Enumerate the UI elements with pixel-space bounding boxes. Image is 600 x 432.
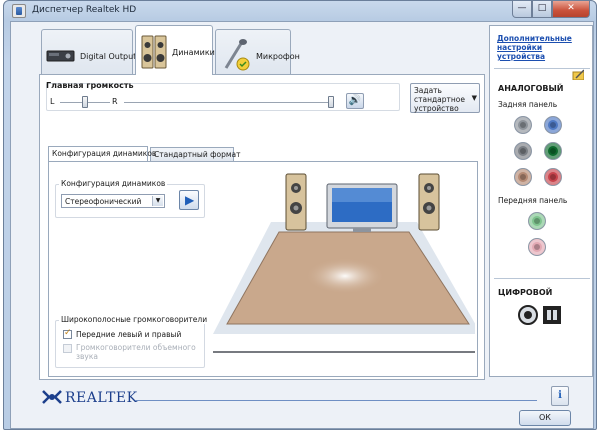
audio-jack-icon[interactable] — [514, 168, 532, 186]
advanced-link-line3: устройства — [497, 52, 546, 61]
play-icon: ▶ — [185, 193, 195, 207]
realtek-crab-icon — [42, 390, 62, 404]
advanced-link-line1: Дополнительные — [497, 34, 572, 43]
audio-jack-icon[interactable] — [544, 142, 562, 160]
info-button[interactable]: i — [551, 386, 569, 406]
volume-slider-track — [124, 102, 332, 104]
set-default-line2: стандартное — [414, 95, 466, 104]
tab-digital-output[interactable]: Digital Output — [41, 29, 137, 75]
realtek-brand: REALTEK — [65, 390, 138, 406]
info-icon: i — [558, 390, 562, 401]
dropdown-arrow-icon: ▼ — [471, 94, 477, 102]
ok-button[interactable]: ОК — [519, 410, 571, 426]
front-lr-label: Передние левый и правый — [76, 330, 182, 339]
fullrange-group-label: Широкополосные громкоговорители — [59, 315, 210, 324]
right-speaker-icon[interactable] — [418, 173, 440, 231]
speaker-config-group-label: Конфигурация динамиков — [59, 179, 168, 188]
monitor-icon — [326, 183, 398, 232]
left-speaker-icon[interactable] — [285, 173, 307, 231]
audio-jack-icon[interactable] — [514, 142, 532, 160]
minimize-button[interactable]: — — [512, 1, 532, 18]
analog-title: АНАЛОГОВЫЙ — [498, 84, 564, 93]
set-default-line3: устройство — [414, 104, 459, 113]
balance-slider-thumb[interactable] — [82, 96, 88, 108]
app-icon — [12, 4, 26, 18]
balance-left-label: L — [50, 97, 55, 106]
speaker-config-selected: Стереофонический — [65, 197, 142, 206]
bottom-divider — [135, 400, 537, 401]
digital-output-device-icon — [46, 50, 75, 62]
window-title: Диспетчер Realtek HD — [32, 5, 137, 15]
panel-separator — [494, 278, 590, 279]
close-button[interactable]: ✕ — [552, 1, 590, 18]
speakers-panel: Главная громкость L R 🔊 Задать стандартн… — [39, 74, 485, 380]
audio-jack-icon[interactable] — [528, 212, 546, 230]
tab-digital-output-label: Digital Output — [80, 52, 137, 61]
tab-speakers[interactable]: Динамики — [135, 25, 215, 75]
microphone-icon — [224, 39, 250, 71]
optical-output-icon[interactable] — [543, 306, 561, 324]
mute-button[interactable]: 🔊 — [346, 93, 364, 109]
front-panel-label: Передняя панель — [498, 196, 568, 205]
sweet-spot-glow — [305, 258, 385, 294]
tab-microphone-label: Микрофон — [256, 52, 300, 61]
audio-jack-icon[interactable] — [544, 168, 562, 186]
set-default-line1: Задать — [414, 86, 442, 95]
speaker-volume-icon: 🔊 — [348, 95, 362, 106]
back-panel-label: Задняя панель — [498, 100, 558, 109]
surround-label-line2: звука — [76, 352, 98, 361]
title-bar[interactable]: Диспетчер Realtek HD — □ ✕ — [4, 1, 596, 21]
room-illustration — [213, 173, 475, 353]
maximize-button[interactable]: □ — [532, 1, 552, 18]
advanced-settings-link[interactable]: Дополнительные настройки устройства — [497, 34, 589, 61]
tab-default-format[interactable]: Стандартный формат — [150, 147, 240, 161]
audio-jack-icon[interactable] — [528, 238, 546, 256]
tab-microphone[interactable]: Микрофон — [215, 29, 300, 75]
speakers-icon — [141, 35, 167, 69]
tab-speaker-configuration[interactable]: Конфигурация динамиков — [48, 146, 156, 161]
audio-jack-icon[interactable] — [544, 116, 562, 134]
minimize-icon: — — [517, 3, 527, 13]
window: Диспетчер Realtek HD — □ ✕ Digital Outpu… — [3, 0, 597, 430]
set-default-device-button[interactable]: Задать стандартное устройство ▼ — [410, 83, 480, 113]
advanced-link-line2: настройки — [497, 43, 543, 52]
chevron-down-icon: ▼ — [152, 196, 163, 206]
client-area: Digital Output Динамики Микрофон Главная… — [10, 21, 594, 429]
close-icon: ✕ — [567, 3, 575, 13]
surround-checkbox[interactable] — [63, 344, 72, 353]
folder-edit-icon[interactable] — [572, 68, 584, 80]
tab-speakers-label: Динамики — [172, 48, 215, 57]
main-volume-label: Главная громкость — [46, 81, 134, 90]
digital-connectors — [518, 305, 561, 325]
surround-label-line1: Громкоговорители объемного — [76, 343, 196, 352]
maximize-icon: □ — [537, 3, 547, 13]
volume-slider-thumb[interactable] — [328, 96, 334, 108]
front-lr-checkbox[interactable] — [63, 328, 72, 339]
play-test-button[interactable]: ▶ — [179, 190, 199, 210]
speaker-config-panel: Конфигурация динамиков Стереофонический … — [48, 161, 478, 377]
coaxial-output-icon[interactable] — [518, 305, 538, 325]
balance-right-label: R — [112, 97, 118, 106]
digital-title: ЦИФРОВОЙ — [498, 288, 553, 297]
audio-jack-icon[interactable] — [514, 116, 532, 134]
connector-panel: Дополнительные настройки устройства АНАЛ… — [489, 25, 593, 377]
speaker-config-select[interactable]: Стереофонический ▼ — [61, 194, 165, 208]
